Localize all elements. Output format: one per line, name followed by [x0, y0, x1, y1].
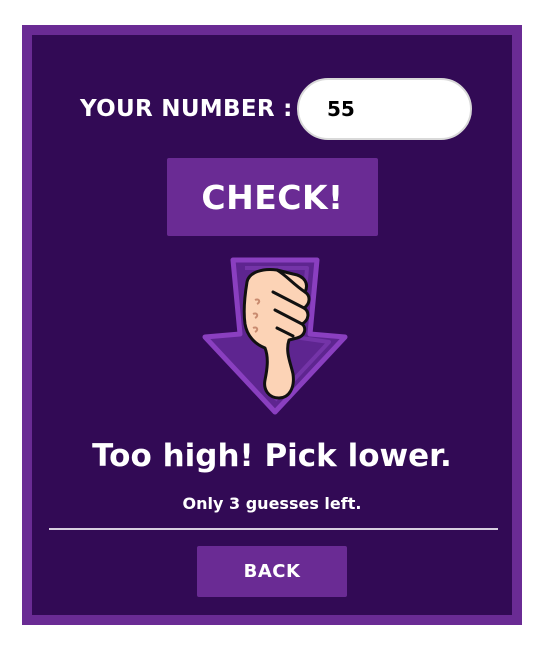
- divider: [49, 528, 498, 530]
- number-label: YOUR NUMBER :: [80, 96, 293, 122]
- check-button[interactable]: CHECK!: [167, 158, 378, 236]
- back-button[interactable]: BACK: [197, 546, 347, 597]
- thumbs-down-arrow-icon: [195, 252, 355, 417]
- number-row: YOUR NUMBER :: [0, 78, 554, 142]
- number-input[interactable]: [297, 78, 472, 140]
- guesses-remaining: Only 3 guesses left.: [182, 494, 362, 513]
- result-message: Too high! Pick lower.: [92, 438, 452, 474]
